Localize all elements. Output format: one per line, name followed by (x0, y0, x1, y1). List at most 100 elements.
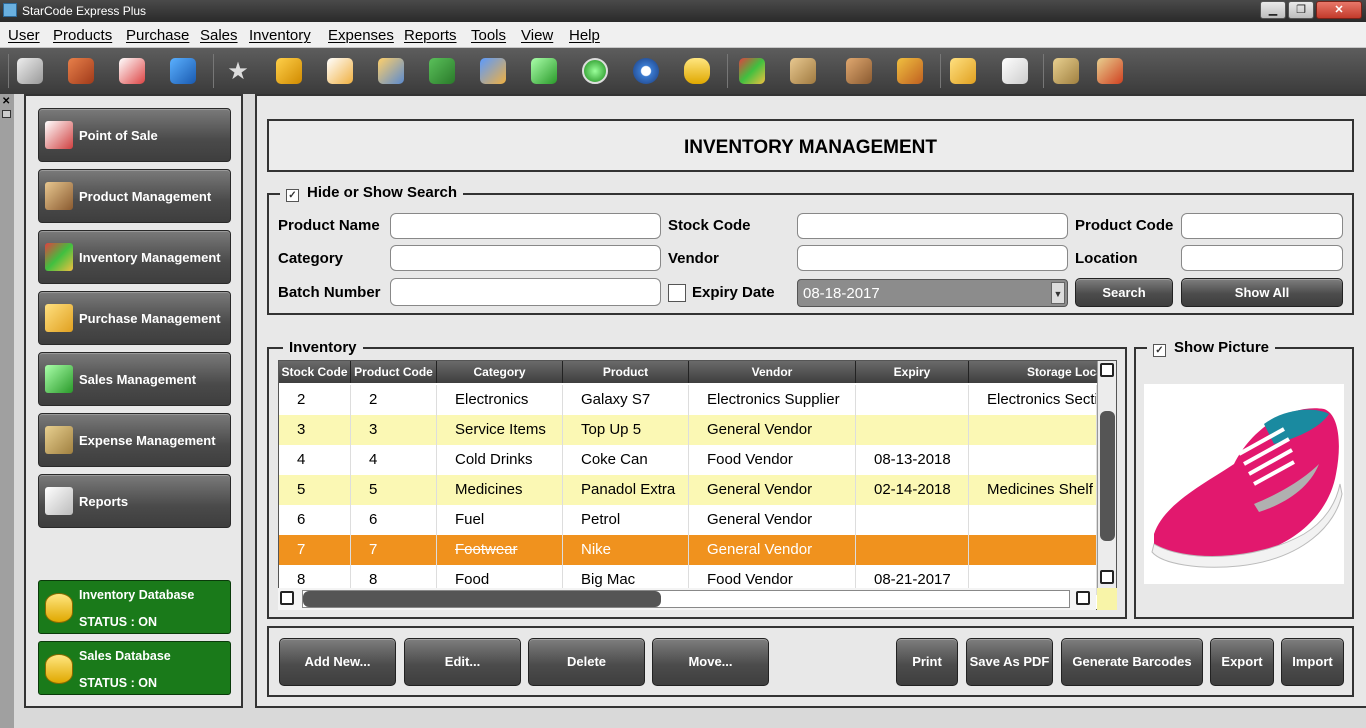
maximize-button[interactable]: ❐ (1288, 1, 1314, 19)
dock-pin-icon[interactable] (2, 110, 11, 118)
menu-inventory[interactable]: Inventory (249, 27, 311, 44)
export-button[interactable]: Export (1210, 638, 1274, 686)
exit-icon[interactable] (14, 55, 46, 87)
expiry-date-picker[interactable]: 08-18-2017 ▼ (797, 279, 1068, 307)
boxes-icon[interactable] (787, 55, 819, 87)
scroll-up-button[interactable] (1100, 363, 1114, 377)
print-button[interactable]: Print (896, 638, 958, 686)
sidebar-item-inventory-management[interactable]: Inventory Management (38, 230, 231, 284)
vertical-scrollbar[interactable] (1097, 361, 1116, 609)
column-header-product[interactable]: Product (563, 361, 689, 383)
scroll-left-button[interactable] (280, 591, 294, 605)
add-new-button[interactable]: Add New... (279, 638, 396, 686)
database-status: STATUS : ON (79, 615, 158, 629)
sidebar-item-sales-management[interactable]: Sales Management (38, 352, 231, 406)
circle-icon[interactable] (579, 55, 611, 87)
show-all-button[interactable]: Show All (1181, 278, 1343, 307)
menu-user[interactable]: User (8, 27, 40, 44)
import-button[interactable]: Import (1281, 638, 1344, 686)
cell-category: Footwear (437, 535, 563, 565)
vertical-scroll-thumb[interactable] (1100, 411, 1115, 541)
sidebar-item-expense-management[interactable]: Expense Management (38, 413, 231, 467)
category-input[interactable] (390, 245, 661, 271)
product-code-input[interactable] (1181, 213, 1343, 239)
home-icon[interactable] (167, 55, 199, 87)
menu-help[interactable]: Help (569, 27, 600, 44)
menu-products[interactable]: Products (53, 27, 112, 44)
batch-number-input[interactable] (390, 278, 661, 306)
table-row[interactable]: 6 6 Fuel Petrol General Vendor (279, 505, 1097, 535)
table-row[interactable]: 4 4 Cold Drinks Coke Can Food Vendor 08-13-20… (279, 445, 1097, 475)
close-button[interactable]: ✕ (1316, 1, 1362, 19)
menu-purchase[interactable]: Purchase (126, 27, 189, 44)
boxes-color-icon[interactable] (736, 55, 768, 87)
sidebar-item-purchase-management[interactable]: Purchase Management (38, 291, 231, 345)
menu-view[interactable]: View (521, 27, 553, 44)
menu-sales[interactable]: Sales (200, 27, 238, 44)
table-row[interactable]: 3 3 Service Items Top Up 5 General Vendor (279, 415, 1097, 445)
vendor-input[interactable] (797, 245, 1068, 271)
sidebar-item-point-of-sale[interactable]: Point of Sale (38, 108, 231, 162)
menu-reports[interactable]: Reports (404, 27, 457, 44)
sidebar-item-product-management[interactable]: Product Management (38, 169, 231, 223)
cell-product: Galaxy S7 (563, 385, 689, 415)
expiry-date-checkbox[interactable] (668, 284, 686, 302)
column-header-vendor[interactable]: Vendor (689, 361, 856, 383)
delete-button[interactable]: Delete (528, 638, 645, 686)
wallet-icon[interactable] (1050, 55, 1082, 87)
location-input[interactable] (1181, 245, 1343, 271)
search-toggle-checkbox[interactable]: ✓ (286, 189, 299, 202)
hierarchy-icon[interactable] (273, 55, 305, 87)
customers-icon[interactable] (477, 55, 509, 87)
show-picture-checkbox[interactable]: ✓ (1153, 344, 1166, 357)
chevron-down-icon[interactable]: ▼ (1051, 282, 1065, 304)
column-header-storage-location[interactable]: Storage Location (969, 361, 1116, 383)
minimize-button[interactable]: ▁ (1260, 1, 1286, 19)
sales-database-status: Sales Database STATUS : ON (38, 641, 231, 695)
expense-wallet-icon (45, 426, 73, 454)
purchase-order-icon[interactable] (999, 55, 1031, 87)
column-header-expiry[interactable]: Expiry (856, 361, 969, 383)
wallet-add-icon[interactable] (1094, 55, 1126, 87)
edit-button[interactable]: Edit... (404, 638, 521, 686)
save-as-pdf-button[interactable]: Save As PDF (966, 638, 1053, 686)
search-button[interactable]: Search (1075, 278, 1173, 307)
menu-tools[interactable]: Tools (471, 27, 506, 44)
logout-icon[interactable] (65, 55, 97, 87)
pos-icon (45, 121, 73, 149)
coins-icon[interactable] (681, 55, 713, 87)
table-row[interactable]: 7 7 Footwear Nike General Vendor (279, 535, 1097, 565)
scroll-down-button[interactable] (1100, 570, 1114, 584)
chart-up-icon[interactable] (528, 55, 560, 87)
column-header-category[interactable]: Category (437, 361, 563, 383)
notepad-icon[interactable] (947, 55, 979, 87)
form-icon[interactable] (324, 55, 356, 87)
menu-expenses[interactable]: Expenses (328, 27, 394, 44)
open-box-icon[interactable] (843, 55, 875, 87)
horizontal-scroll-thumb[interactable] (303, 591, 661, 607)
dock-close-icon[interactable]: ✕ (2, 96, 10, 107)
cell-storage-location (969, 535, 1097, 565)
table-row[interactable]: 2 2 Electronics Galaxy S7 Electronics Suppli… (279, 385, 1097, 415)
users-icon[interactable] (375, 55, 407, 87)
settings-icon[interactable] (630, 55, 662, 87)
stock-code-input[interactable] (797, 213, 1068, 239)
sidebar-item-reports[interactable]: Reports (38, 474, 231, 528)
cell-vendor: Food Vendor (689, 445, 856, 475)
truck-icon[interactable] (426, 55, 458, 87)
gift-box-icon[interactable] (894, 55, 926, 87)
star-icon[interactable]: ★ (222, 55, 254, 87)
cell-product: Top Up 5 (563, 415, 689, 445)
table-row[interactable]: 5 5 Medicines Panadol Extra General Vendor 02… (279, 475, 1097, 505)
page-title: INVENTORY MANAGEMENT (683, 137, 937, 158)
app-icon (3, 3, 17, 17)
category-label: Category (278, 250, 344, 267)
generate-barcodes-button[interactable]: Generate Barcodes (1061, 638, 1203, 686)
horizontal-scrollbar[interactable] (278, 588, 1096, 610)
column-header-stock-code[interactable]: Stock Code (279, 361, 351, 383)
column-header-product-code[interactable]: Product Code (351, 361, 437, 383)
pos-icon[interactable] (116, 55, 148, 87)
product-name-input[interactable] (390, 213, 661, 239)
scroll-right-button[interactable] (1076, 591, 1090, 605)
move-button[interactable]: Move... (652, 638, 769, 686)
